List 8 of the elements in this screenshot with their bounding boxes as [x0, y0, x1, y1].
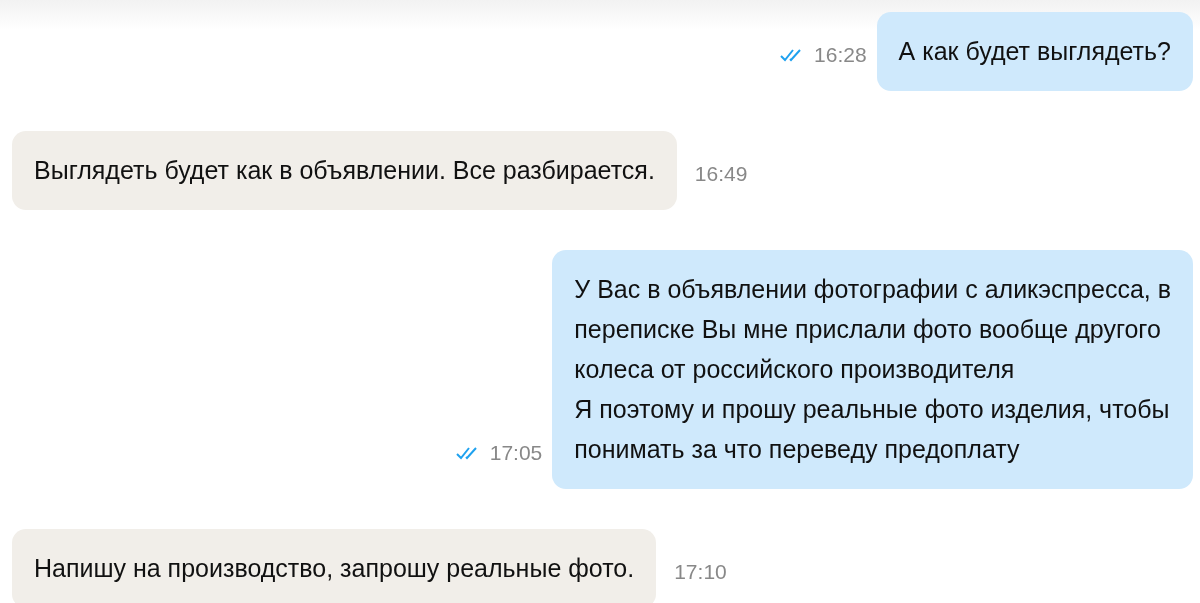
message-time: 17:05: [489, 441, 543, 465]
sent-message: У Вас в объявлении фотографии с аликэспресса, в переписке Вы мне прислали фото вообще другого колеса от российского производителя Я поэтому и прошу реальные фото изделия, чтобы понимать за что переведу предоплату: [552, 250, 1193, 489]
message-time: 16:28: [814, 43, 867, 67]
received-message: Выглядеть будет как в объявлении. Все разбирается.: [12, 131, 677, 210]
message-time: 17:10: [674, 560, 727, 584]
message-time: 16:49: [694, 162, 748, 186]
received-message: Напишу на производство, запрошу реальные фото.: [12, 529, 657, 603]
sent-message: А как будет выглядеть?: [876, 12, 1193, 91]
